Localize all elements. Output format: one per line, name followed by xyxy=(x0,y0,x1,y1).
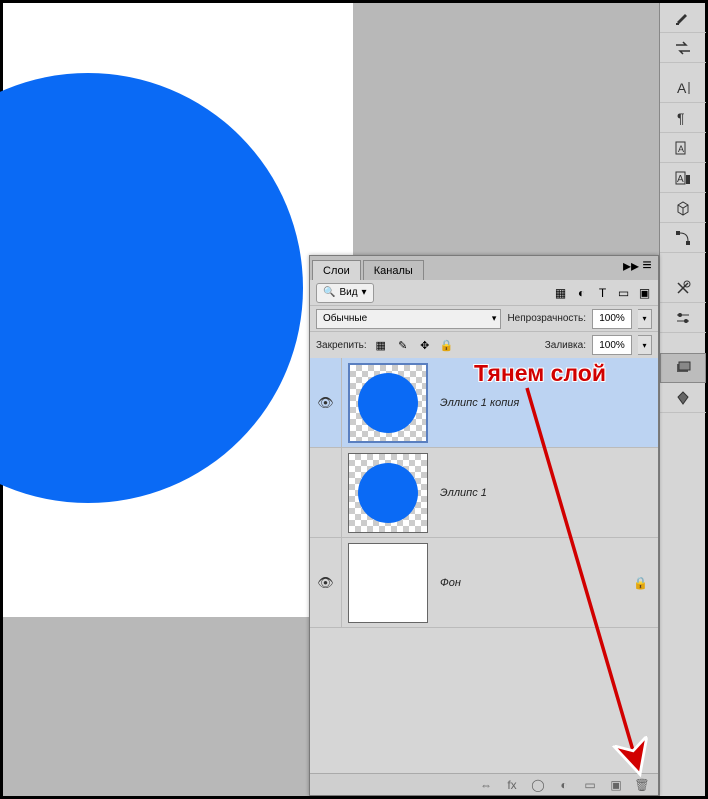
layer-name[interactable]: Эллипс 1 xyxy=(434,487,658,499)
tool-crossed-icon[interactable] xyxy=(660,273,706,303)
filter-shape-icon[interactable]: ▭ xyxy=(616,285,631,300)
visibility-toggle[interactable]: 👁 xyxy=(310,538,342,627)
svg-text:¶: ¶ xyxy=(677,110,685,126)
blend-mode-select[interactable]: Обычные xyxy=(316,309,501,329)
mask-icon[interactable]: ◯ xyxy=(530,778,546,792)
layer-thumbnail[interactable] xyxy=(348,453,428,533)
opacity-label: Непрозрачность: xyxy=(507,313,586,324)
collapse-icon[interactable]: ▸▸ xyxy=(624,259,638,273)
tab-channels[interactable]: Каналы xyxy=(363,260,424,280)
fill-value[interactable]: 100% xyxy=(592,335,632,355)
tool-para-styles-icon[interactable]: A xyxy=(660,163,706,193)
tool-swatch-icon[interactable] xyxy=(660,383,706,413)
chevron-updown-icon: ▾ xyxy=(362,287,367,298)
opacity-dropdown[interactable]: ▾ xyxy=(638,309,652,329)
panel-tabs: Слои Каналы ▸▸ ≡ xyxy=(310,256,658,280)
fill-label: Заливка: xyxy=(545,340,586,351)
lock-label: Закрепить: xyxy=(316,340,367,351)
filter-adjust-icon[interactable]: ◐ xyxy=(574,285,589,300)
blend-mode-row: Обычные Непрозрачность: 100% ▾ xyxy=(310,306,658,332)
group-icon[interactable]: ▭ xyxy=(582,778,598,792)
lock-position-icon[interactable]: ✥ xyxy=(417,337,433,353)
lock-pixels-icon[interactable]: ✎ xyxy=(395,337,411,353)
layer-thumbnail[interactable] xyxy=(348,363,428,443)
tab-layers[interactable]: Слои xyxy=(312,260,361,280)
tool-char-styles-icon[interactable]: A xyxy=(660,133,706,163)
ellipse-shape xyxy=(0,73,303,503)
svg-text:A: A xyxy=(677,174,684,185)
right-toolbar: A ¶ A A xyxy=(659,3,705,796)
tool-brush-icon[interactable] xyxy=(660,3,706,33)
eye-icon: 👁 xyxy=(317,395,334,411)
tool-path-icon[interactable] xyxy=(660,223,706,253)
fill-dropdown[interactable]: ▾ xyxy=(638,335,652,355)
lock-row: Закрепить: ▦ ✎ ✥ 🔒 Заливка: 100% ▾ xyxy=(310,332,658,358)
filter-smart-icon[interactable]: ▣ xyxy=(637,285,652,300)
opacity-value[interactable]: 100% xyxy=(592,309,632,329)
layer-thumbnail[interactable] xyxy=(348,543,428,623)
layer-name[interactable]: Фон xyxy=(434,577,658,589)
tool-paragraph-icon[interactable]: ¶ xyxy=(660,103,706,133)
layers-list[interactable]: 👁 Эллипс 1 копия Эллипс 1 👁 xyxy=(310,358,658,773)
layers-panel: Слои Каналы ▸▸ ≡ 🔍 Вид ▾ ▦ ◐ T ▭ ▣ Обычн… xyxy=(309,255,659,796)
tool-3d-icon[interactable] xyxy=(660,193,706,223)
tool-swap-icon[interactable] xyxy=(660,33,706,63)
filter-pixel-icon[interactable]: ▦ xyxy=(553,285,568,300)
layer-filter-row: 🔍 Вид ▾ ▦ ◐ T ▭ ▣ xyxy=(310,280,658,306)
visibility-toggle[interactable] xyxy=(310,448,342,537)
tool-character-icon[interactable]: A xyxy=(660,73,706,103)
filter-type-dropdown[interactable]: 🔍 Вид ▾ xyxy=(316,283,374,303)
filter-type-icon[interactable]: T xyxy=(595,285,610,300)
new-layer-icon[interactable]: ▣ xyxy=(608,778,624,792)
panel-footer: ⇔ fx ◯ ◐ ▭ ▣ 🗑 xyxy=(310,773,658,795)
delete-layer-icon[interactable]: 🗑 xyxy=(634,778,650,792)
fx-icon[interactable]: fx xyxy=(504,778,520,792)
layer-name[interactable]: Эллипс 1 копия xyxy=(434,397,658,409)
eye-icon: 👁 xyxy=(317,575,334,591)
panel-menu-icon[interactable]: ≡ xyxy=(640,259,654,273)
lock-transparent-icon[interactable]: ▦ xyxy=(373,337,389,353)
link-layers-icon[interactable]: ⇔ xyxy=(478,778,494,792)
filter-type-label: Вид xyxy=(339,287,357,298)
layers-panel-icon[interactable] xyxy=(660,353,706,383)
svg-text:A: A xyxy=(678,144,684,154)
lock-all-icon[interactable]: 🔒 xyxy=(439,337,455,353)
visibility-toggle[interactable]: 👁 xyxy=(310,358,342,447)
adjustment-icon[interactable]: ◐ xyxy=(556,778,572,792)
layer-row[interactable]: 👁 Фон 🔒 xyxy=(310,538,658,628)
artboard xyxy=(3,3,353,617)
layer-row[interactable]: 👁 Эллипс 1 копия xyxy=(310,358,658,448)
tool-slider-icon[interactable] xyxy=(660,303,706,333)
lock-icon: 🔒 xyxy=(633,576,648,590)
layer-row[interactable]: Эллипс 1 xyxy=(310,448,658,538)
svg-text:A: A xyxy=(677,80,687,96)
app-frame: A ¶ A A Слои Каналы ▸▸ ≡ 🔍 Вид ▾ xyxy=(3,3,705,796)
search-icon: 🔍 xyxy=(323,287,335,298)
